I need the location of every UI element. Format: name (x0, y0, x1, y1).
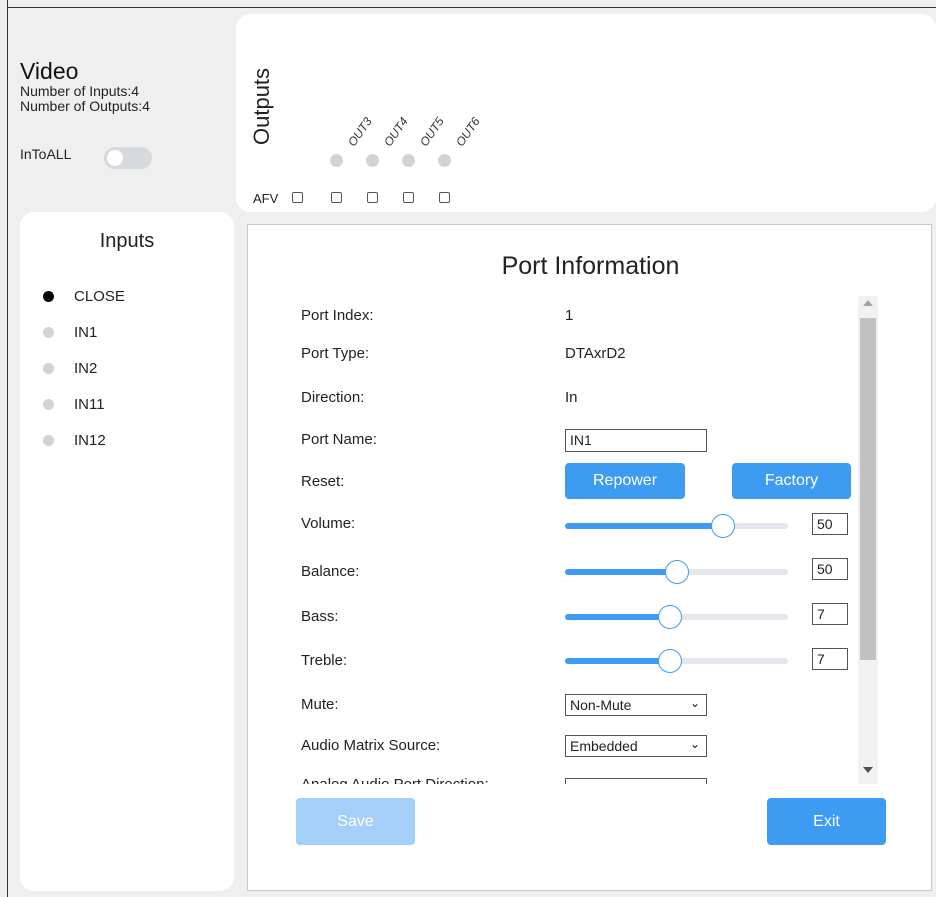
input-status-dot (43, 290, 54, 302)
port-name-label: Port Name: (301, 431, 377, 448)
analog-direction-select[interactable]: IN (565, 778, 707, 784)
chevron-down-icon: ⌄ (689, 737, 700, 751)
output-status-dot[interactable] (330, 154, 343, 167)
bass-slider-thumb[interactable] (657, 605, 682, 629)
intoall-toggle[interactable] (104, 147, 152, 169)
video-title: Video (20, 58, 79, 84)
output-status-dot[interactable] (438, 154, 451, 167)
input-status-dot (43, 326, 54, 338)
afv-checkbox-out6[interactable] (439, 192, 450, 203)
port-index-label: Port Index: (301, 307, 374, 324)
num-inputs-text: Number of Inputs:4 (20, 83, 140, 99)
output-status-dot[interactable] (402, 154, 415, 167)
treble-label: Treble: (301, 652, 348, 669)
input-item-in12[interactable]: IN12 (38, 422, 125, 458)
input-label: IN1 (74, 323, 98, 341)
treble-value-input[interactable]: 7 (812, 648, 848, 670)
window-border-top (7, 7, 936, 8)
treble-slider[interactable] (565, 649, 788, 673)
mute-select[interactable]: Non-Mute ⌄ (565, 694, 707, 716)
balance-slider[interactable] (565, 560, 788, 584)
save-button[interactable]: Save (296, 798, 415, 845)
repower-button[interactable]: Repower (565, 463, 685, 499)
mute-select-value: Non-Mute (570, 697, 632, 713)
outputs-heading: Outputs (249, 67, 274, 145)
inputs-heading: Inputs (99, 230, 155, 252)
treble-slider-thumb[interactable] (657, 649, 682, 673)
afv-checkbox-out5[interactable] (403, 192, 414, 203)
input-status-dot (43, 362, 54, 374)
input-item-in11[interactable]: IN11 (38, 386, 125, 422)
intoall-label: InToALL (20, 146, 72, 162)
bass-value-input[interactable]: 7 (812, 603, 848, 625)
afv-label: AFV (253, 191, 279, 206)
reset-label: Reset: (301, 473, 345, 490)
port-information-title: Port Information (501, 252, 680, 280)
volume-value-input[interactable]: 50 (812, 513, 848, 535)
outputs-panel (236, 14, 936, 212)
port-type-value: DTAxrD2 (565, 345, 626, 362)
audio-source-select-value: Embedded (570, 738, 638, 754)
input-status-dot (43, 398, 54, 410)
direction-label: Direction: (301, 389, 365, 406)
balance-slider-thumb[interactable] (664, 560, 689, 584)
audio-source-label: Audio Matrix Source: (301, 737, 441, 754)
port-index-value: 1 (565, 307, 574, 324)
port-type-label: Port Type: (301, 345, 370, 362)
input-item-close[interactable]: CLOSE (38, 278, 125, 314)
scroll-down-arrow-icon[interactable] (863, 767, 873, 773)
input-status-dot (43, 434, 54, 446)
chevron-down-icon: ⌄ (689, 696, 700, 710)
volume-slider[interactable] (565, 514, 788, 538)
input-label: IN11 (74, 395, 105, 413)
video-summary: Video Number of Inputs:4 Number of Outpu… (20, 58, 220, 114)
direction-value: In (565, 389, 578, 406)
bass-slider[interactable] (565, 605, 788, 629)
port-name-input[interactable]: IN1 (565, 429, 707, 452)
scrollbar-thumb[interactable] (860, 318, 876, 660)
input-label: IN12 (74, 431, 106, 449)
scroll-up-arrow-icon[interactable] (863, 300, 873, 306)
afv-checkbox-out4[interactable] (367, 192, 378, 203)
volume-label: Volume: (301, 515, 356, 532)
analog-direction-label: Analog Audio Port Direction: (301, 776, 489, 784)
input-item-in1[interactable]: IN1 (38, 314, 125, 350)
balance-label: Balance: (301, 563, 360, 580)
inputs-list: CLOSE IN1 IN2 IN11 IN12 (38, 278, 125, 458)
factory-button[interactable]: Factory (732, 463, 851, 499)
afv-checkbox-out3[interactable] (331, 192, 342, 203)
audio-source-select[interactable]: Embedded ⌄ (565, 735, 707, 757)
volume-slider-fill (565, 523, 724, 529)
bass-slider-fill (565, 614, 670, 620)
balance-value-input[interactable]: 50 (812, 558, 848, 580)
input-label: IN2 (74, 359, 98, 377)
afv-checkbox-all[interactable] (292, 192, 303, 203)
analog-direction-row-clipped: Analog Audio Port Direction: IN (260, 775, 860, 784)
window-border-left (7, 0, 8, 897)
output-status-dot[interactable] (366, 154, 379, 167)
num-outputs-text: Number of Outputs:4 (20, 98, 150, 114)
input-label: CLOSE (74, 287, 125, 305)
input-item-in2[interactable]: IN2 (38, 350, 125, 386)
exit-button[interactable]: Exit (767, 798, 886, 845)
toggle-knob (107, 150, 123, 166)
bass-label: Bass: (301, 608, 339, 625)
treble-slider-fill (565, 658, 670, 664)
balance-slider-fill (565, 569, 677, 575)
mute-label: Mute: (301, 696, 339, 713)
